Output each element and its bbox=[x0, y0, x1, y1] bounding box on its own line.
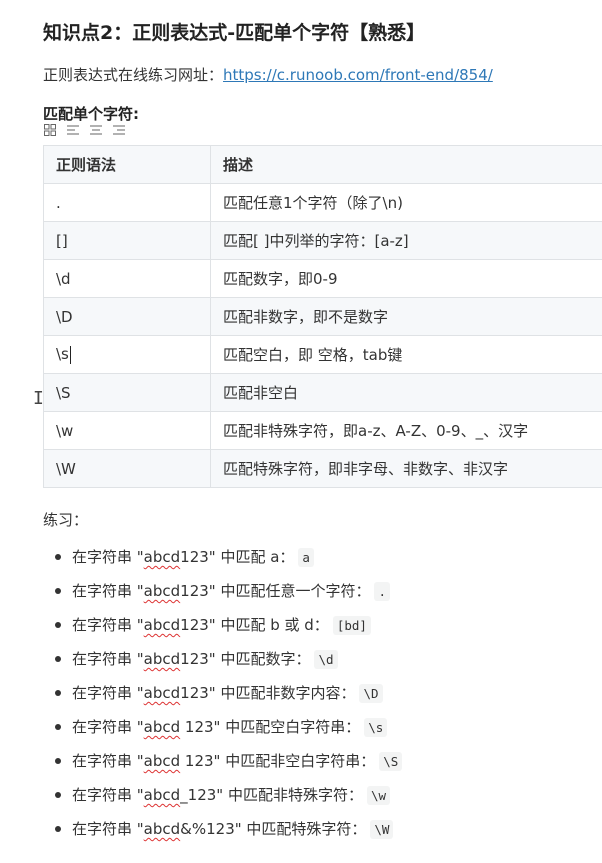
description-cell: 匹配特殊字符，即非字母、非数字、非汉字 bbox=[210, 449, 602, 488]
spellcheck-word: abcd bbox=[143, 582, 181, 600]
spellcheck-word: abcd bbox=[143, 820, 181, 838]
exercise-text: 123" 中匹配非空白字符串： bbox=[180, 752, 376, 770]
table-row: \w 匹配非特殊字符，即a-z、A-Z、0-9、_、汉字 bbox=[43, 411, 602, 450]
list-item: 在字符串 "abcd123" 中匹配数字： \d bbox=[55, 642, 602, 676]
spellcheck-word: abcd bbox=[143, 684, 181, 702]
exercise-text: 在字符串 " bbox=[72, 684, 144, 702]
syntax-cell: \w bbox=[43, 411, 211, 450]
table-row: \S 匹配非空白 bbox=[43, 373, 602, 412]
list-item: 在字符串 "abcd 123" 中匹配非空白字符串： \S bbox=[55, 744, 602, 778]
table-row: . 匹配任意1个字符（除了\n) bbox=[43, 183, 602, 222]
description-cell: 匹配数字，即0-9 bbox=[210, 259, 602, 298]
description-cell: 匹配空白，即 空格，tab键 bbox=[210, 335, 602, 374]
exercise-text: 123" 中匹配数字： bbox=[180, 650, 311, 668]
syntax-cell: [] bbox=[43, 221, 211, 260]
grid-icon[interactable] bbox=[43, 124, 57, 140]
table-row: [] 匹配[ ]中列举的字符：[a-z] bbox=[43, 221, 602, 260]
table-header-row: 正则语法 描述 bbox=[43, 145, 602, 184]
exercise-text: &%123" 中匹配特殊字符： bbox=[180, 820, 367, 838]
exercise-text: 在字符串 " bbox=[72, 548, 144, 566]
table-row: \s 匹配空白，即 空格，tab键 bbox=[43, 335, 602, 374]
description-cell: 匹配非数字，即不是数字 bbox=[210, 297, 602, 336]
align-left-icon[interactable] bbox=[66, 124, 80, 140]
spellcheck-word: abcd bbox=[143, 616, 181, 634]
exercise-text: 123" 中匹配 a： bbox=[180, 548, 295, 566]
list-item: 在字符串 "abcd123" 中匹配任意一个字符：. bbox=[55, 574, 602, 608]
intro-line: 正则表达式在线练习网址：https://c.runoob.com/front-e… bbox=[43, 64, 493, 85]
list-item: 在字符串 "abcd_123" 中匹配非特殊字符： \w bbox=[55, 778, 602, 812]
syntax-cell: \d bbox=[43, 259, 211, 298]
align-right-icon[interactable] bbox=[112, 124, 126, 140]
table-row: \W 匹配特殊字符，即非字母、非数字、非汉字 bbox=[43, 449, 602, 488]
description-cell: 匹配非空白 bbox=[210, 373, 602, 412]
text-caret bbox=[69, 345, 71, 364]
description-cell: 匹配非特殊字符，即a-z、A-Z、0-9、_、汉字 bbox=[210, 411, 602, 450]
syntax-cell: . bbox=[43, 183, 211, 222]
exercise-text: 在字符串 " bbox=[72, 820, 144, 838]
syntax-cell: \D bbox=[43, 297, 211, 336]
spellcheck-word: abcd bbox=[143, 548, 181, 566]
syntax-cell-text: \s bbox=[56, 345, 69, 364]
exercise-text: 123" 中匹配空白字符串： bbox=[180, 718, 361, 736]
syntax-cell: \S bbox=[43, 373, 211, 412]
regex-syntax-table: 正则语法 描述 . 匹配任意1个字符（除了\n) [] 匹配[ ]中列举的字符：… bbox=[43, 145, 602, 488]
spellcheck-word: abcd bbox=[143, 718, 181, 736]
text-cursor-icon: I bbox=[33, 388, 44, 409]
list-item: 在字符串 "abcd&%123" 中匹配特殊字符： \W bbox=[55, 812, 602, 846]
description-cell: 匹配[ ]中列举的字符：[a-z] bbox=[210, 221, 602, 260]
exercise-text: 在字符串 " bbox=[72, 718, 144, 736]
inline-code: . bbox=[374, 582, 390, 601]
align-center-icon[interactable] bbox=[89, 124, 103, 140]
syntax-cell-editing[interactable]: \s bbox=[43, 335, 211, 374]
exercise-list: 在字符串 "abcd123" 中匹配 a： a 在字符串 "abcd123" 中匹… bbox=[43, 540, 602, 846]
description-cell: 匹配任意1个字符（除了\n) bbox=[210, 183, 602, 222]
exercise-text: 123" 中匹配非数字内容： bbox=[180, 684, 356, 702]
inline-code: [bd] bbox=[332, 616, 371, 635]
table-row: \D 匹配非数字，即不是数字 bbox=[43, 297, 602, 336]
list-item: 在字符串 "abcd123" 中匹配 b 或 d： [bd] bbox=[55, 608, 602, 642]
exercise-text: 123" 中匹配任意一个字符： bbox=[180, 582, 371, 600]
section-heading: 知识点2：正则表达式-匹配单个字符【熟悉】 bbox=[43, 22, 426, 44]
table-header-syntax: 正则语法 bbox=[43, 145, 211, 184]
inline-code: \D bbox=[359, 684, 383, 703]
table-header-description: 描述 bbox=[210, 145, 602, 184]
inline-code: \S bbox=[379, 752, 403, 771]
list-item: 在字符串 "abcd123" 中匹配非数字内容： \D bbox=[55, 676, 602, 710]
spellcheck-word: abcd bbox=[143, 650, 181, 668]
exercise-text: _123" 中匹配非特殊字符： bbox=[180, 786, 363, 804]
exercise-text: 123" 中匹配 b 或 d： bbox=[180, 616, 329, 634]
inline-code: a bbox=[298, 548, 314, 567]
inline-code: \s bbox=[364, 718, 388, 737]
exercise-text: 在字符串 " bbox=[72, 616, 144, 634]
list-item: 在字符串 "abcd 123" 中匹配空白字符串： \s bbox=[55, 710, 602, 744]
list-item: 在字符串 "abcd123" 中匹配 a： a bbox=[55, 540, 602, 574]
practice-label: 练习： bbox=[43, 511, 89, 529]
exercise-text: 在字符串 " bbox=[72, 752, 144, 770]
exercise-text: 在字符串 " bbox=[72, 786, 144, 804]
intro-label: 正则表达式在线练习网址： bbox=[43, 66, 224, 84]
exercise-text: 在字符串 " bbox=[72, 650, 144, 668]
syntax-cell: \W bbox=[43, 449, 211, 488]
spellcheck-word: abcd bbox=[143, 786, 181, 804]
inline-code: \w bbox=[366, 786, 391, 805]
practice-url-link[interactable]: https://c.runoob.com/front-end/854/ bbox=[223, 66, 493, 84]
inline-code: \d bbox=[314, 650, 338, 669]
exercise-text: 在字符串 " bbox=[72, 582, 144, 600]
inline-code: \W bbox=[370, 820, 394, 839]
table-row: \d 匹配数字，即0-9 bbox=[43, 259, 602, 298]
subheading: 匹配单个字符: bbox=[43, 105, 139, 123]
spellcheck-word: abcd bbox=[143, 752, 181, 770]
table-toolbar bbox=[43, 124, 126, 140]
